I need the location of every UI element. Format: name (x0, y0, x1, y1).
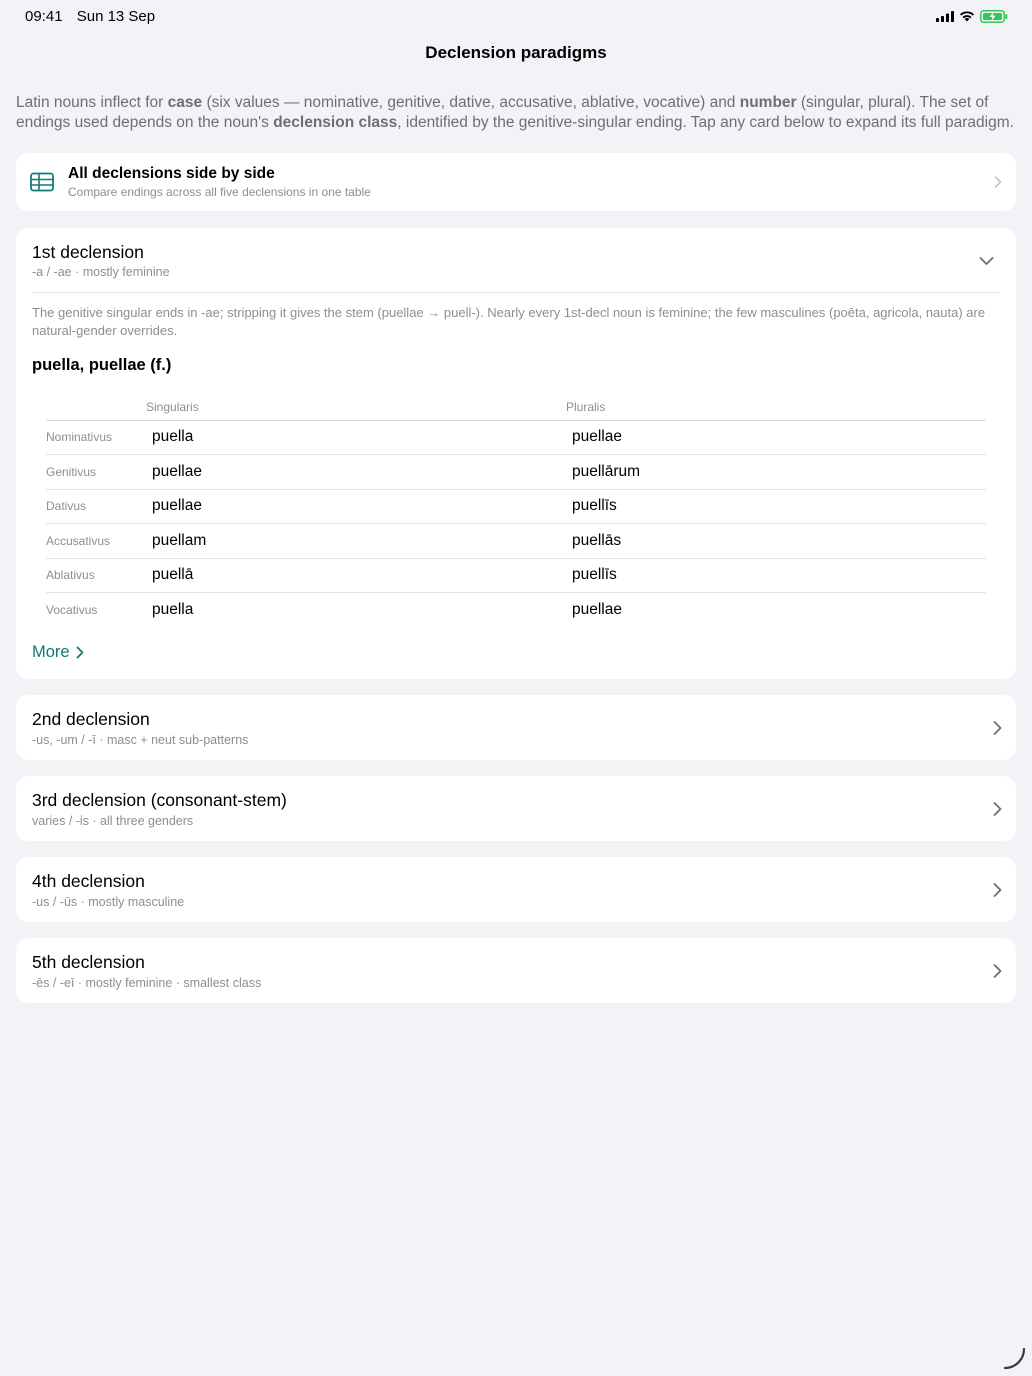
plural-form: puellārum (566, 454, 986, 490)
more-label: More (32, 643, 70, 661)
third-declension-card[interactable]: 3rd declension (consonant-stem) varies /… (16, 776, 1016, 841)
paradigm-header-row: Singularis Pluralis (46, 394, 986, 421)
first-declension-card: 1st declension -a / -ae · mostly feminin… (16, 228, 1016, 679)
plural-form: puellae (572, 601, 622, 618)
chevron-right-icon (993, 801, 1002, 816)
battery-charging-icon (980, 9, 1008, 23)
chevron-down-icon[interactable] (979, 257, 994, 266)
all-declensions-text: All declensions side by side Compare end… (68, 164, 1002, 200)
table-row: Dativus puellae puellīs (46, 489, 986, 524)
first-declension-header[interactable]: 1st declension -a / -ae · mostly feminin… (32, 228, 1000, 293)
declension-subtitle: -us / -ūs · mostly masculine (32, 895, 185, 909)
declension-title: 3rd declension (consonant-stem) (32, 790, 287, 810)
intro-text-1: Latin nouns inflect for (16, 94, 168, 111)
first-declension-title: 1st declension (32, 242, 144, 262)
declension-subtitle: -ēs / -eī · mostly feminine · smallest c… (32, 976, 262, 990)
intro-paragraph: Latin nouns inflect for case (six values… (16, 93, 1016, 133)
declension-title: 4th declension (32, 871, 145, 891)
case-label: Nominativus (46, 420, 146, 455)
status-time-date: 09:41 Sun 13 Sep (25, 8, 165, 25)
first-declension-note: The genitive singular ends in -ae; strip… (32, 305, 986, 338)
plural-form: puellīs (566, 558, 986, 593)
table-row: Genitivus puellae puellārum (46, 454, 986, 490)
status-bar: 09:41 Sun 13 Sep (0, 0, 1032, 32)
declension-subtitle: varies / -is · all three genders (32, 814, 194, 828)
singular-form: puella (146, 420, 566, 455)
chevron-right-icon (993, 963, 1002, 978)
singular-form: puellā (146, 558, 566, 593)
chevron-right-icon (994, 176, 1002, 188)
plural-form: puellae (566, 420, 986, 455)
more-link[interactable]: More (32, 643, 84, 662)
table-row: Nominativus puella puellae (46, 420, 986, 455)
intro-text-2: (six values — nominative, genitive, dati… (202, 94, 740, 111)
case-label: Dativus (46, 489, 146, 524)
lemma-heading: puella, puellae (f.) (32, 356, 172, 374)
chevron-right-icon (993, 720, 1002, 735)
table-row: Accusativus puellam puellās (46, 523, 986, 559)
all-declensions-card[interactable]: All declensions side by side Compare end… (16, 153, 1016, 211)
cellular-signal-icon (936, 10, 954, 22)
declension-title: 2nd declension (32, 709, 150, 729)
singular-form: puellae (146, 454, 566, 490)
page-title: Declension paradigms (425, 43, 607, 62)
singular-form: puellae (146, 489, 566, 524)
case-label: Ablativus (46, 558, 146, 593)
intro-bold-declension-class: declension class (273, 114, 398, 131)
intro-bold-case: case (167, 94, 203, 111)
wifi-icon (960, 11, 974, 22)
plural-form: puellās (566, 523, 986, 559)
header-pluralis: Pluralis (566, 394, 986, 421)
status-icons (936, 9, 1008, 23)
intro-text-4: , identified by the genitive-singular en… (397, 114, 1014, 131)
singular-form: puellam (146, 523, 566, 559)
plural-form: puellīs (566, 489, 986, 524)
fifth-declension-card[interactable]: 5th declension -ēs / -eī · mostly femini… (16, 938, 1016, 1003)
table-icon (30, 172, 54, 192)
fourth-declension-card[interactable]: 4th declension -us / -ūs · mostly mascul… (16, 857, 1016, 922)
all-declensions-subtitle: Compare endings across all five declensi… (68, 185, 371, 199)
header-singularis: Singularis (146, 394, 566, 421)
case-label: Genitivus (46, 454, 146, 490)
chevron-right-icon (76, 646, 83, 659)
declension-subtitle: -us, -um / -ī · masc + neut sub-patterns (32, 733, 249, 747)
first-declension-subtitle: -a / -ae · mostly feminine (32, 265, 170, 279)
second-declension-card[interactable]: 2nd declension -us, -um / -ī · masc + ne… (16, 695, 1016, 760)
singular-form: puella (152, 601, 194, 618)
status-time: 09:41 (25, 7, 63, 25)
paradigm-table: Singularis Pluralis Nominativus puella p… (46, 394, 986, 627)
intro-bold-number: number (739, 94, 797, 111)
status-date: Sun 13 Sep (76, 7, 156, 25)
declension-title: 5th declension (32, 952, 145, 972)
case-label: Vocativus (46, 603, 98, 617)
table-row: Vocativus puella puellae (46, 593, 986, 628)
all-declensions-title: All declensions side by side (68, 165, 275, 182)
header-case (46, 394, 146, 421)
window-resize-handle-icon[interactable] (1002, 1346, 1028, 1372)
chevron-right-icon (993, 882, 1002, 897)
case-label: Accusativus (46, 523, 146, 559)
table-row: Ablativus puellā puellīs (46, 558, 986, 593)
